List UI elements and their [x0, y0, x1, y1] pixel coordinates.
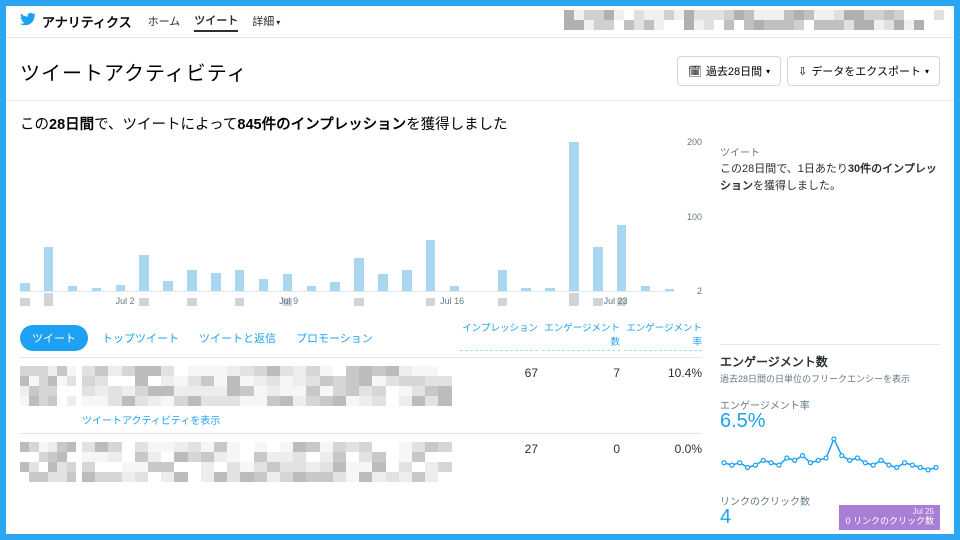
chart-bar[interactable]	[617, 225, 627, 293]
tweet-avatar	[20, 442, 76, 482]
chevron-down-icon: ▾	[766, 67, 770, 76]
impressions-value: 27	[460, 442, 538, 456]
chart-bar[interactable]	[569, 142, 579, 292]
redacted-mosaic	[564, 10, 944, 34]
chart-bar[interactable]	[593, 247, 603, 292]
brand-title: アナリティクス	[42, 12, 132, 31]
chart-x-axis: Jul 2Jul 9Jul 16Jul 23	[20, 296, 674, 312]
tab-tweets[interactable]: ツイート	[20, 325, 88, 351]
nav-tweets[interactable]: ツイート	[194, 12, 238, 32]
page-header: ツイートアクティビティ 🗓 過去28日間 ▾ ⇩ データをエクスポート ▾	[6, 38, 954, 100]
download-icon: ⇩	[798, 65, 807, 78]
date-range-button[interactable]: 🗓 過去28日間 ▾	[677, 56, 781, 86]
chart-bar[interactable]	[20, 283, 30, 292]
chart-bar[interactable]	[211, 273, 221, 292]
nav-more[interactable]: 詳細▾	[252, 13, 280, 31]
chart-bar[interactable]	[426, 240, 436, 293]
engagement-rate-sparkline[interactable]	[720, 435, 940, 481]
tab-promoted[interactable]: プロモーション	[290, 325, 379, 351]
tweet-text-redacted	[82, 366, 452, 406]
engagement-panel: エンゲージメント数 過去28日間の日単位のフリークエンシーを表示 エンゲージメン…	[720, 344, 940, 529]
table-row[interactable]: 67 7 10.4%	[20, 357, 702, 414]
nav-home[interactable]: ホーム	[148, 13, 181, 31]
page-title: ツイートアクティビティ	[20, 57, 248, 86]
export-button[interactable]: ⇩ データをエクスポート ▾	[787, 56, 940, 86]
top-nav: アナリティクス ホーム ツイート 詳細▾	[6, 6, 954, 38]
chart-bar[interactable]	[283, 274, 293, 292]
chart-bar[interactable]	[521, 288, 531, 293]
side-summary: ツイート この28日間で、1日あたり30件のインプレッションを獲得しました。	[720, 140, 940, 194]
chart-bar[interactable]	[330, 282, 340, 293]
metric-headers: インプレッション エンゲージメント数 エンゲージメント率	[460, 320, 702, 351]
chart-bar[interactable]	[187, 270, 197, 293]
chart-bar[interactable]	[378, 274, 388, 292]
impressions-headline: この28日間で、ツイートによって845件のインプレッションを獲得しました	[6, 101, 954, 140]
view-activity-link[interactable]: ツイートアクティビティを表示	[82, 412, 702, 427]
twitter-bird-icon	[20, 11, 36, 32]
tooltip-tag: Jul 25 0 リンクのクリック数	[839, 505, 940, 530]
engagement-rate-value: 0.0%	[624, 442, 702, 456]
tab-top-tweets[interactable]: トップツイート	[96, 325, 185, 351]
chart-bar[interactable]	[44, 247, 54, 292]
tweet-avatar	[20, 366, 76, 406]
chart-bar[interactable]	[402, 270, 412, 293]
table-row[interactable]: 27 0 0.0%	[20, 433, 702, 490]
chart-bar[interactable]	[259, 279, 269, 293]
engagements-value: 0	[542, 442, 620, 456]
metric-cells: 27 0 0.0%	[460, 442, 702, 456]
chart-bar[interactable]	[307, 286, 317, 292]
chart-bar[interactable]	[235, 270, 245, 293]
chart-bar[interactable]	[139, 255, 149, 293]
chart-bar[interactable]	[641, 286, 651, 292]
engagements-value: 7	[542, 366, 620, 380]
chevron-down-icon: ▾	[276, 18, 280, 27]
chart-bar[interactable]	[665, 289, 675, 292]
engagement-rate-value: 10.4%	[624, 366, 702, 380]
chart-bar[interactable]	[92, 288, 102, 293]
metric-cells: 67 7 10.4%	[460, 366, 702, 380]
chart-bar[interactable]	[163, 281, 173, 292]
tab-replies[interactable]: ツイートと返信	[193, 325, 282, 351]
chart-bar[interactable]	[116, 285, 126, 293]
chart-bar[interactable]	[354, 258, 364, 292]
chart-y-axis: 2100200	[676, 142, 702, 292]
calendar-icon: 🗓	[688, 65, 702, 78]
impressions-bar-chart[interactable]: 2100200 Jul 2Jul 9Jul 16Jul 23	[20, 142, 702, 312]
impressions-value: 67	[460, 366, 538, 380]
tweet-text-redacted	[82, 442, 452, 482]
tweet-tabs: ツイート トップツイート ツイートと返信 プロモーション インプレッション エン…	[20, 320, 702, 357]
chart-bar[interactable]	[68, 286, 78, 292]
engagement-rate-value: 6.5%	[720, 410, 940, 433]
chart-bar[interactable]	[450, 286, 460, 292]
chevron-down-icon: ▾	[925, 67, 929, 76]
engagement-title: エンゲージメント数	[720, 353, 940, 370]
chart-bar[interactable]	[498, 270, 508, 293]
chart-bar[interactable]	[545, 288, 555, 293]
